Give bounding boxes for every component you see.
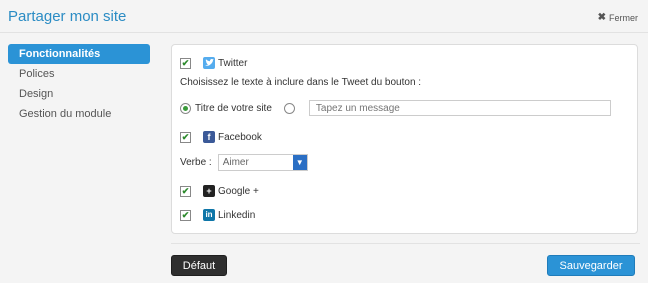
linkedin-checkbox[interactable]: ✔ xyxy=(180,209,191,221)
facebook-row: ✔ f Facebook xyxy=(180,131,262,143)
twitter-label: Twitter xyxy=(218,57,248,69)
chevron-down-icon: ▼ xyxy=(292,155,307,170)
google-plus-icon: + xyxy=(203,185,215,197)
close-label: Fermer xyxy=(609,12,638,23)
google-checkbox[interactable]: ✔ xyxy=(180,185,191,197)
close-icon: ✖ xyxy=(597,12,606,23)
settings-panel: ✔ Twitter Choisissez le texte à inclure … xyxy=(171,44,638,234)
google-label: Google + xyxy=(218,185,259,197)
facebook-icon: f xyxy=(203,131,215,143)
verb-label: Verbe : xyxy=(180,157,212,168)
facebook-checkbox[interactable]: ✔ xyxy=(180,131,191,143)
page-title: Partager mon site xyxy=(8,8,127,25)
twitter-checkbox[interactable]: ✔ xyxy=(180,57,191,69)
default-button[interactable]: Défaut xyxy=(171,255,227,276)
verb-select-value: Aimer xyxy=(222,157,249,168)
radio-site-title[interactable] xyxy=(180,102,191,114)
tweet-text-options: Titre de votre site xyxy=(180,100,611,116)
header-divider xyxy=(0,32,648,33)
sidebar: Fonctionnalités Polices Design Gestion d… xyxy=(8,44,150,124)
sidebar-item-polices[interactable]: Polices xyxy=(8,64,150,84)
tweet-prompt: Choisissez le texte à inclure dans le Tw… xyxy=(180,77,422,88)
sidebar-item-fonctionnalites[interactable]: Fonctionnalités xyxy=(8,44,150,64)
twitter-row: ✔ Twitter xyxy=(180,57,247,69)
radio-site-title-label: Titre de votre site xyxy=(195,102,272,114)
close-button[interactable]: ✖ Fermer xyxy=(598,12,638,23)
tweet-prompt-row: Choisissez le texte à inclure dans le Tw… xyxy=(180,77,421,88)
linkedin-row: ✔ in Linkedin xyxy=(180,209,255,221)
sidebar-item-design[interactable]: Design xyxy=(8,84,150,104)
save-button[interactable]: Sauvegarder xyxy=(547,255,635,276)
facebook-label: Facebook xyxy=(218,131,262,143)
google-row: ✔ + Google + xyxy=(180,185,259,197)
twitter-icon xyxy=(203,57,215,69)
message-input[interactable] xyxy=(308,100,611,116)
linkedin-icon: in xyxy=(203,209,215,221)
linkedin-label: Linkedin xyxy=(218,209,256,221)
footer-divider xyxy=(171,243,640,244)
verb-select[interactable]: Aimer ▼ xyxy=(217,154,308,171)
radio-custom-message[interactable] xyxy=(283,102,295,114)
sidebar-item-gestion-du-module[interactable]: Gestion du module xyxy=(8,104,150,124)
verb-row: Verbe : Aimer ▼ xyxy=(180,154,308,171)
